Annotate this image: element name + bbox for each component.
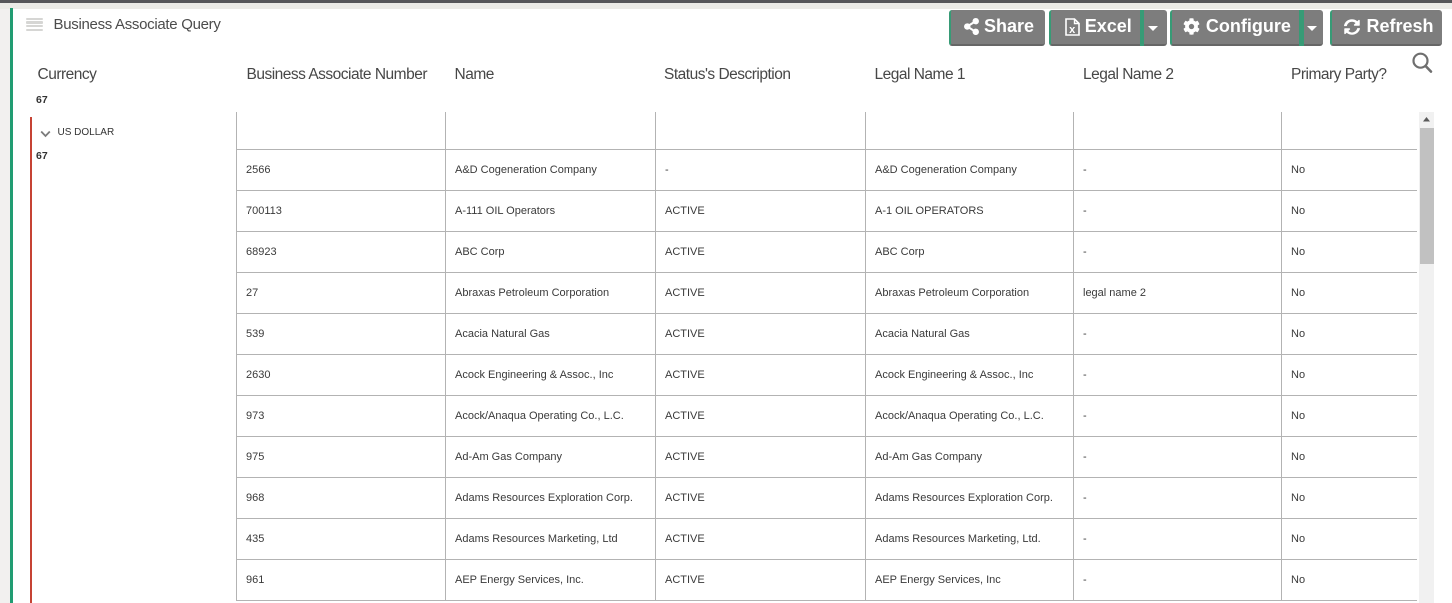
svg-text:x: x: [1069, 24, 1076, 36]
